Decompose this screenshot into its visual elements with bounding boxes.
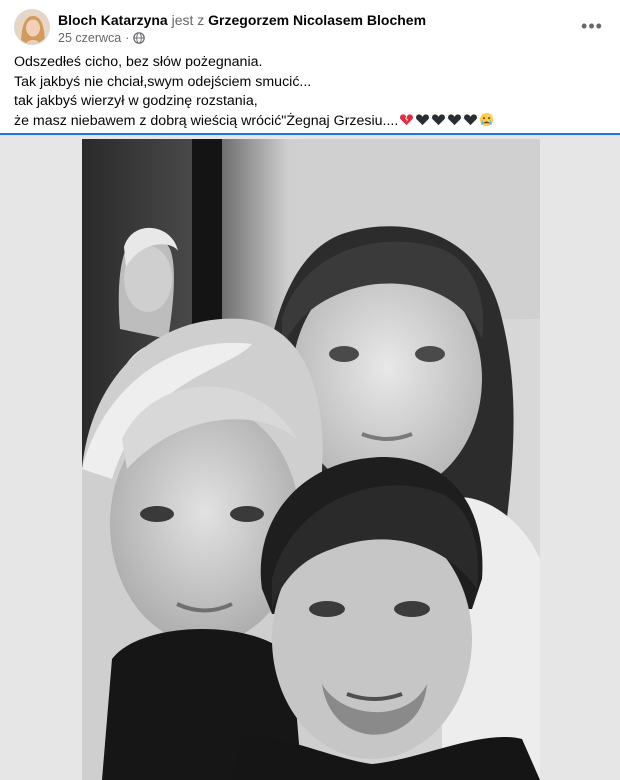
- tagged-person[interactable]: Grzegorzem Nicolasem Blochem: [208, 12, 426, 28]
- post-text: Odszedłeś cicho, bez słów pożegnania. Ta…: [14, 53, 610, 131]
- photo-container[interactable]: [0, 135, 620, 780]
- tag-connector: jest z: [171, 12, 205, 28]
- post-photo[interactable]: [82, 139, 540, 780]
- post-meta: 25 czerwca ·: [58, 30, 146, 46]
- post-text-line: że masz niebawem z dobrą wieścią wrócić"…: [14, 112, 399, 129]
- globe-icon[interactable]: [133, 32, 146, 44]
- post-text-line: tak jakbyś wierzył w godzinę rozstania,: [14, 93, 258, 109]
- author-name[interactable]: Bloch Katarzyna: [58, 12, 168, 28]
- more-options-icon[interactable]: •••: [578, 12, 606, 40]
- black-heart-icon: [448, 113, 462, 125]
- post-text-line: Tak jakbyś nie chciał,swym odejściem smu…: [14, 73, 312, 90]
- black-heart-icon: [464, 113, 478, 125]
- broken-heart-icon: [400, 113, 414, 125]
- crying-face-icon: [480, 112, 494, 126]
- author-avatar[interactable]: [14, 9, 50, 45]
- black-heart-icon: [416, 113, 430, 125]
- post-text-line-last: że masz niebawem z dobrą wieścią wrócić"…: [14, 112, 610, 132]
- meta-separator: ·: [125, 31, 130, 45]
- black-heart-icon: [432, 113, 446, 125]
- post-text-line: Odszedłeś cicho, bez słów pożegnania.: [14, 54, 263, 70]
- post-header: Bloch Katarzyna jest z Grzegorzem Nicola…: [0, 0, 620, 52]
- post-date[interactable]: 25 czerwca: [58, 30, 121, 46]
- author-line: Bloch Katarzyna jest z Grzegorzem Nicola…: [58, 11, 426, 29]
- emoji-row: [399, 112, 494, 127]
